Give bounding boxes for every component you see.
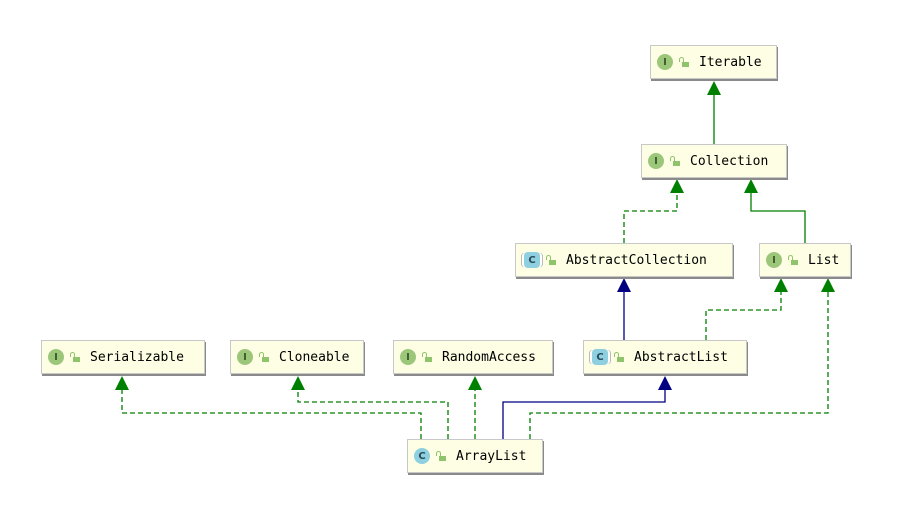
arrowhead-iterable [707, 81, 721, 95]
arrowhead-list-left [774, 278, 788, 292]
node-abstract-collection[interactable]: C AbstractCollection [515, 243, 733, 277]
node-label: ArrayList [456, 448, 527, 464]
public-lock-icon [614, 352, 624, 362]
abstract-class-icon: C [524, 252, 540, 268]
edge-arraylist-cloneable [297, 389, 449, 439]
interface-icon: I [48, 349, 64, 365]
interface-icon: I [657, 54, 673, 70]
node-label: AbstractCollection [566, 252, 707, 268]
arrowhead-cloneable [291, 376, 305, 390]
arrowhead-randomaccess [468, 376, 482, 390]
arrowhead-collection-left [670, 179, 684, 193]
arrowhead-abstractcollection [617, 278, 631, 292]
class-icon: C [414, 448, 430, 464]
edge-abstractcollection-collection [623, 192, 678, 243]
node-serializable[interactable]: I Serializable [41, 340, 205, 374]
public-lock-icon [436, 451, 446, 461]
node-random-access[interactable]: I RandomAccess [393, 340, 553, 374]
node-iterable[interactable]: I Iterable [650, 45, 777, 79]
node-label: Cloneable [279, 349, 350, 365]
node-label: RandomAccess [442, 349, 536, 365]
node-label: Collection [690, 153, 769, 169]
node-label: AbstractList [634, 349, 728, 365]
arrowhead-list-right [821, 278, 835, 292]
edge-list-collection [750, 192, 806, 243]
abstract-class-icon: C [592, 349, 608, 365]
public-lock-icon [788, 255, 798, 265]
public-lock-icon [670, 156, 680, 166]
public-lock-icon [70, 352, 80, 362]
public-lock-icon [679, 57, 689, 67]
node-array-list[interactable]: C ArrayList [407, 439, 543, 473]
node-label: List [808, 252, 840, 268]
edge-abstractlist-list [705, 291, 782, 340]
node-list[interactable]: I List [759, 243, 851, 277]
arrowhead-collection-right [744, 179, 758, 193]
interface-icon: I [400, 349, 416, 365]
arrowhead-serializable [115, 376, 129, 390]
interface-icon: I [237, 349, 253, 365]
public-lock-icon [259, 352, 269, 362]
uml-diagram: I Iterable I Collection C AbstractCollec… [0, 0, 899, 509]
node-label: Serializable [90, 349, 184, 365]
arrowhead-abstractlist [658, 376, 672, 390]
node-collection[interactable]: I Collection [641, 144, 787, 178]
public-lock-icon [546, 255, 556, 265]
node-label: Iterable [699, 54, 762, 70]
interface-icon: I [766, 252, 782, 268]
edge-arraylist-serializable [121, 389, 422, 439]
node-cloneable[interactable]: I Cloneable [230, 340, 364, 374]
interface-icon: I [648, 153, 664, 169]
public-lock-icon [422, 352, 432, 362]
edge-arraylist-abstractlist [502, 389, 666, 439]
node-abstract-list[interactable]: C AbstractList [583, 340, 747, 374]
